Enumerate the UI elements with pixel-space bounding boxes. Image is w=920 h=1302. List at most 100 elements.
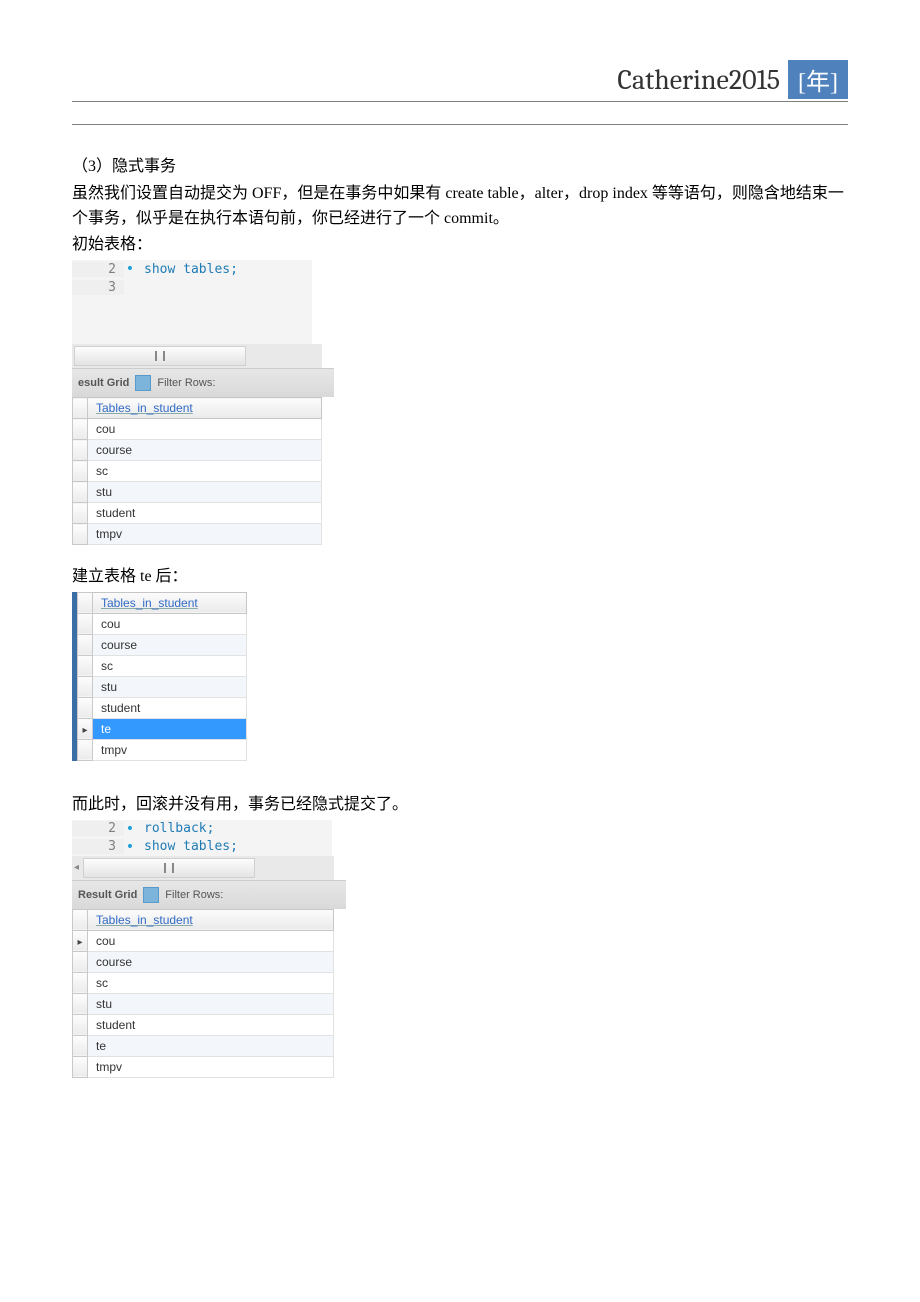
sql-code[interactable]: show tables; (136, 262, 238, 277)
row-header[interactable] (73, 419, 88, 440)
scroll-arrow-left-icon[interactable]: ◂ (72, 862, 81, 873)
paragraph-1: 虽然我们设置自动提交为 OFF，但是在事务中如果有 create table，a… (72, 182, 848, 232)
row-header[interactable] (73, 503, 88, 524)
corner-cell (73, 909, 88, 930)
table-cell[interactable]: stu (88, 993, 334, 1014)
header-divider (72, 124, 848, 125)
corner-cell (73, 398, 88, 419)
sql-line: 3 (72, 278, 312, 296)
table-cell[interactable]: stu (88, 482, 322, 503)
breakpoint-dot-icon: • (124, 824, 136, 834)
sql-line: 2•rollback; (72, 820, 332, 838)
table-row[interactable]: stu (78, 676, 247, 697)
table-cell[interactable]: student (93, 697, 247, 718)
table-cell[interactable]: student (88, 1014, 334, 1035)
sql-line: 2•show tables; (72, 260, 312, 278)
table-row[interactable]: stu (73, 993, 334, 1014)
corner-cell (78, 592, 93, 613)
table-cell[interactable]: tmpv (88, 1056, 334, 1077)
row-header[interactable] (73, 951, 88, 972)
row-header[interactable] (73, 993, 88, 1014)
table-cell[interactable]: cou (93, 613, 247, 634)
table-cell[interactable]: course (88, 440, 322, 461)
row-header[interactable] (73, 482, 88, 503)
sql-code[interactable]: show tables; (136, 839, 238, 854)
label-initial-table: 初始表格： (72, 233, 848, 258)
row-header[interactable] (78, 718, 93, 739)
table-row[interactable]: tmpv (73, 1056, 334, 1077)
table-row[interactable]: student (73, 503, 322, 524)
row-header[interactable] (73, 1056, 88, 1077)
table-cell[interactable]: sc (93, 655, 247, 676)
table-row[interactable]: tmpv (73, 524, 322, 545)
table-row[interactable]: student (73, 1014, 334, 1035)
screenshot-after-rollback: 2•rollback;3•show tables; ◂ Result Grid … (72, 820, 848, 1078)
row-header[interactable] (73, 440, 88, 461)
row-header[interactable] (78, 613, 93, 634)
row-header[interactable] (73, 930, 88, 951)
line-number: 2 (72, 262, 124, 277)
row-header[interactable] (73, 1014, 88, 1035)
result-grid-toolbar: esult Grid Filter Rows: (72, 368, 334, 397)
label-after-create: 建立表格 te 后： (72, 565, 848, 590)
table-row[interactable]: stu (73, 482, 322, 503)
grid-icon[interactable] (143, 887, 159, 903)
table-row[interactable]: sc (73, 461, 322, 482)
table-cell[interactable]: te (93, 718, 247, 739)
table-row[interactable]: tmpv (78, 739, 247, 760)
table-cell[interactable]: cou (88, 930, 334, 951)
table-cell[interactable]: te (88, 1035, 334, 1056)
table-row[interactable]: te (73, 1035, 334, 1056)
table-cell[interactable]: course (93, 634, 247, 655)
column-header[interactable]: Tables_in_student (93, 592, 247, 613)
table-row[interactable]: cou (73, 419, 322, 440)
table-cell[interactable]: tmpv (88, 524, 322, 545)
table-cell[interactable]: student (88, 503, 322, 524)
row-header[interactable] (78, 676, 93, 697)
column-header[interactable]: Tables_in_student (88, 909, 334, 930)
row-header[interactable] (73, 972, 88, 993)
column-header[interactable]: Tables_in_student (88, 398, 322, 419)
filter-rows-label: Filter Rows: (165, 889, 223, 901)
table-row[interactable]: course (73, 440, 322, 461)
table-cell[interactable]: course (88, 951, 334, 972)
scrollbar-wrap (72, 344, 322, 368)
screenshot-after-create: Tables_in_student coucoursescstustudentt… (72, 592, 848, 761)
table-cell[interactable]: cou (88, 419, 322, 440)
row-header[interactable] (78, 655, 93, 676)
row-header[interactable] (73, 524, 88, 545)
horizontal-scrollbar[interactable] (74, 346, 246, 366)
line-number: 3 (72, 280, 124, 295)
table-row[interactable]: sc (78, 655, 247, 676)
grid-icon[interactable] (135, 375, 151, 391)
sql-code[interactable]: rollback; (136, 821, 214, 836)
table-row[interactable]: sc (73, 972, 334, 993)
table-row[interactable]: course (73, 951, 334, 972)
page-header: Catherine2015 [年] (72, 60, 848, 102)
table-row[interactable]: te (78, 718, 247, 739)
row-header[interactable] (73, 1035, 88, 1056)
result-grid-toolbar-3: Result Grid Filter Rows: (72, 880, 346, 909)
horizontal-scrollbar-3[interactable] (83, 858, 255, 878)
result-grid-3: Tables_in_student coucoursescstustudentt… (72, 909, 334, 1078)
result-grid-1: Tables_in_student coucoursescstustudentt… (72, 397, 322, 545)
result-grid-2: Tables_in_student coucoursescstustudentt… (77, 592, 247, 761)
section-heading: （3）隐式事务 (72, 155, 848, 180)
line-number: 3 (72, 839, 124, 854)
table-row[interactable]: student (78, 697, 247, 718)
table-cell[interactable]: tmpv (93, 739, 247, 760)
row-header[interactable] (78, 697, 93, 718)
table-cell[interactable]: sc (88, 972, 334, 993)
row-header[interactable] (73, 461, 88, 482)
table-row[interactable]: cou (73, 930, 334, 951)
header-year-badge: [年] (788, 60, 848, 99)
table-cell[interactable]: sc (88, 461, 322, 482)
table-cell[interactable]: stu (93, 676, 247, 697)
table-row[interactable]: course (78, 634, 247, 655)
table-row[interactable]: cou (78, 613, 247, 634)
sql-line: 3•show tables; (72, 838, 332, 856)
row-header[interactable] (78, 634, 93, 655)
row-header[interactable] (78, 739, 93, 760)
breakpoint-dot-icon: • (124, 264, 136, 274)
result-grid-label: esult Grid (78, 377, 129, 389)
